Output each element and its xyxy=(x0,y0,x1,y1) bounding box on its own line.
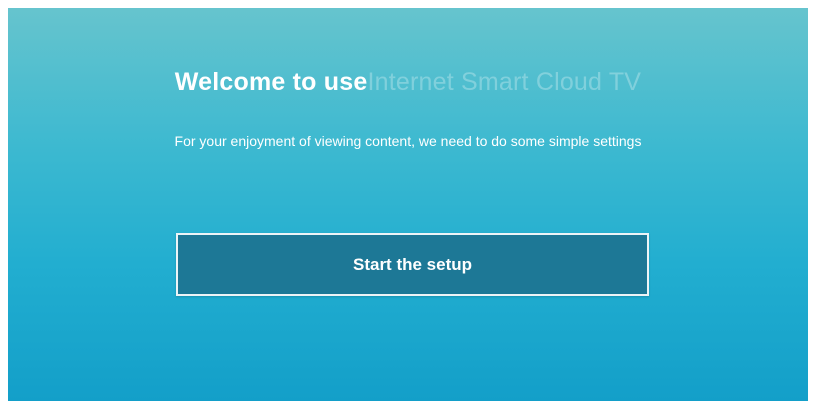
start-setup-button[interactable]: Start the setup xyxy=(176,233,649,296)
welcome-title-lead: Welcome to use xyxy=(174,68,368,96)
welcome-subtitle: For your enjoyment of viewing content, w… xyxy=(174,133,642,149)
welcome-title: Welcome to useInternet Smart Cloud TV xyxy=(8,68,808,97)
welcome-screen: Welcome to useInternet Smart Cloud TV Fo… xyxy=(8,8,808,401)
welcome-title-brand: Internet Smart Cloud TV xyxy=(367,68,642,96)
start-setup-label: Start the setup xyxy=(352,254,473,274)
